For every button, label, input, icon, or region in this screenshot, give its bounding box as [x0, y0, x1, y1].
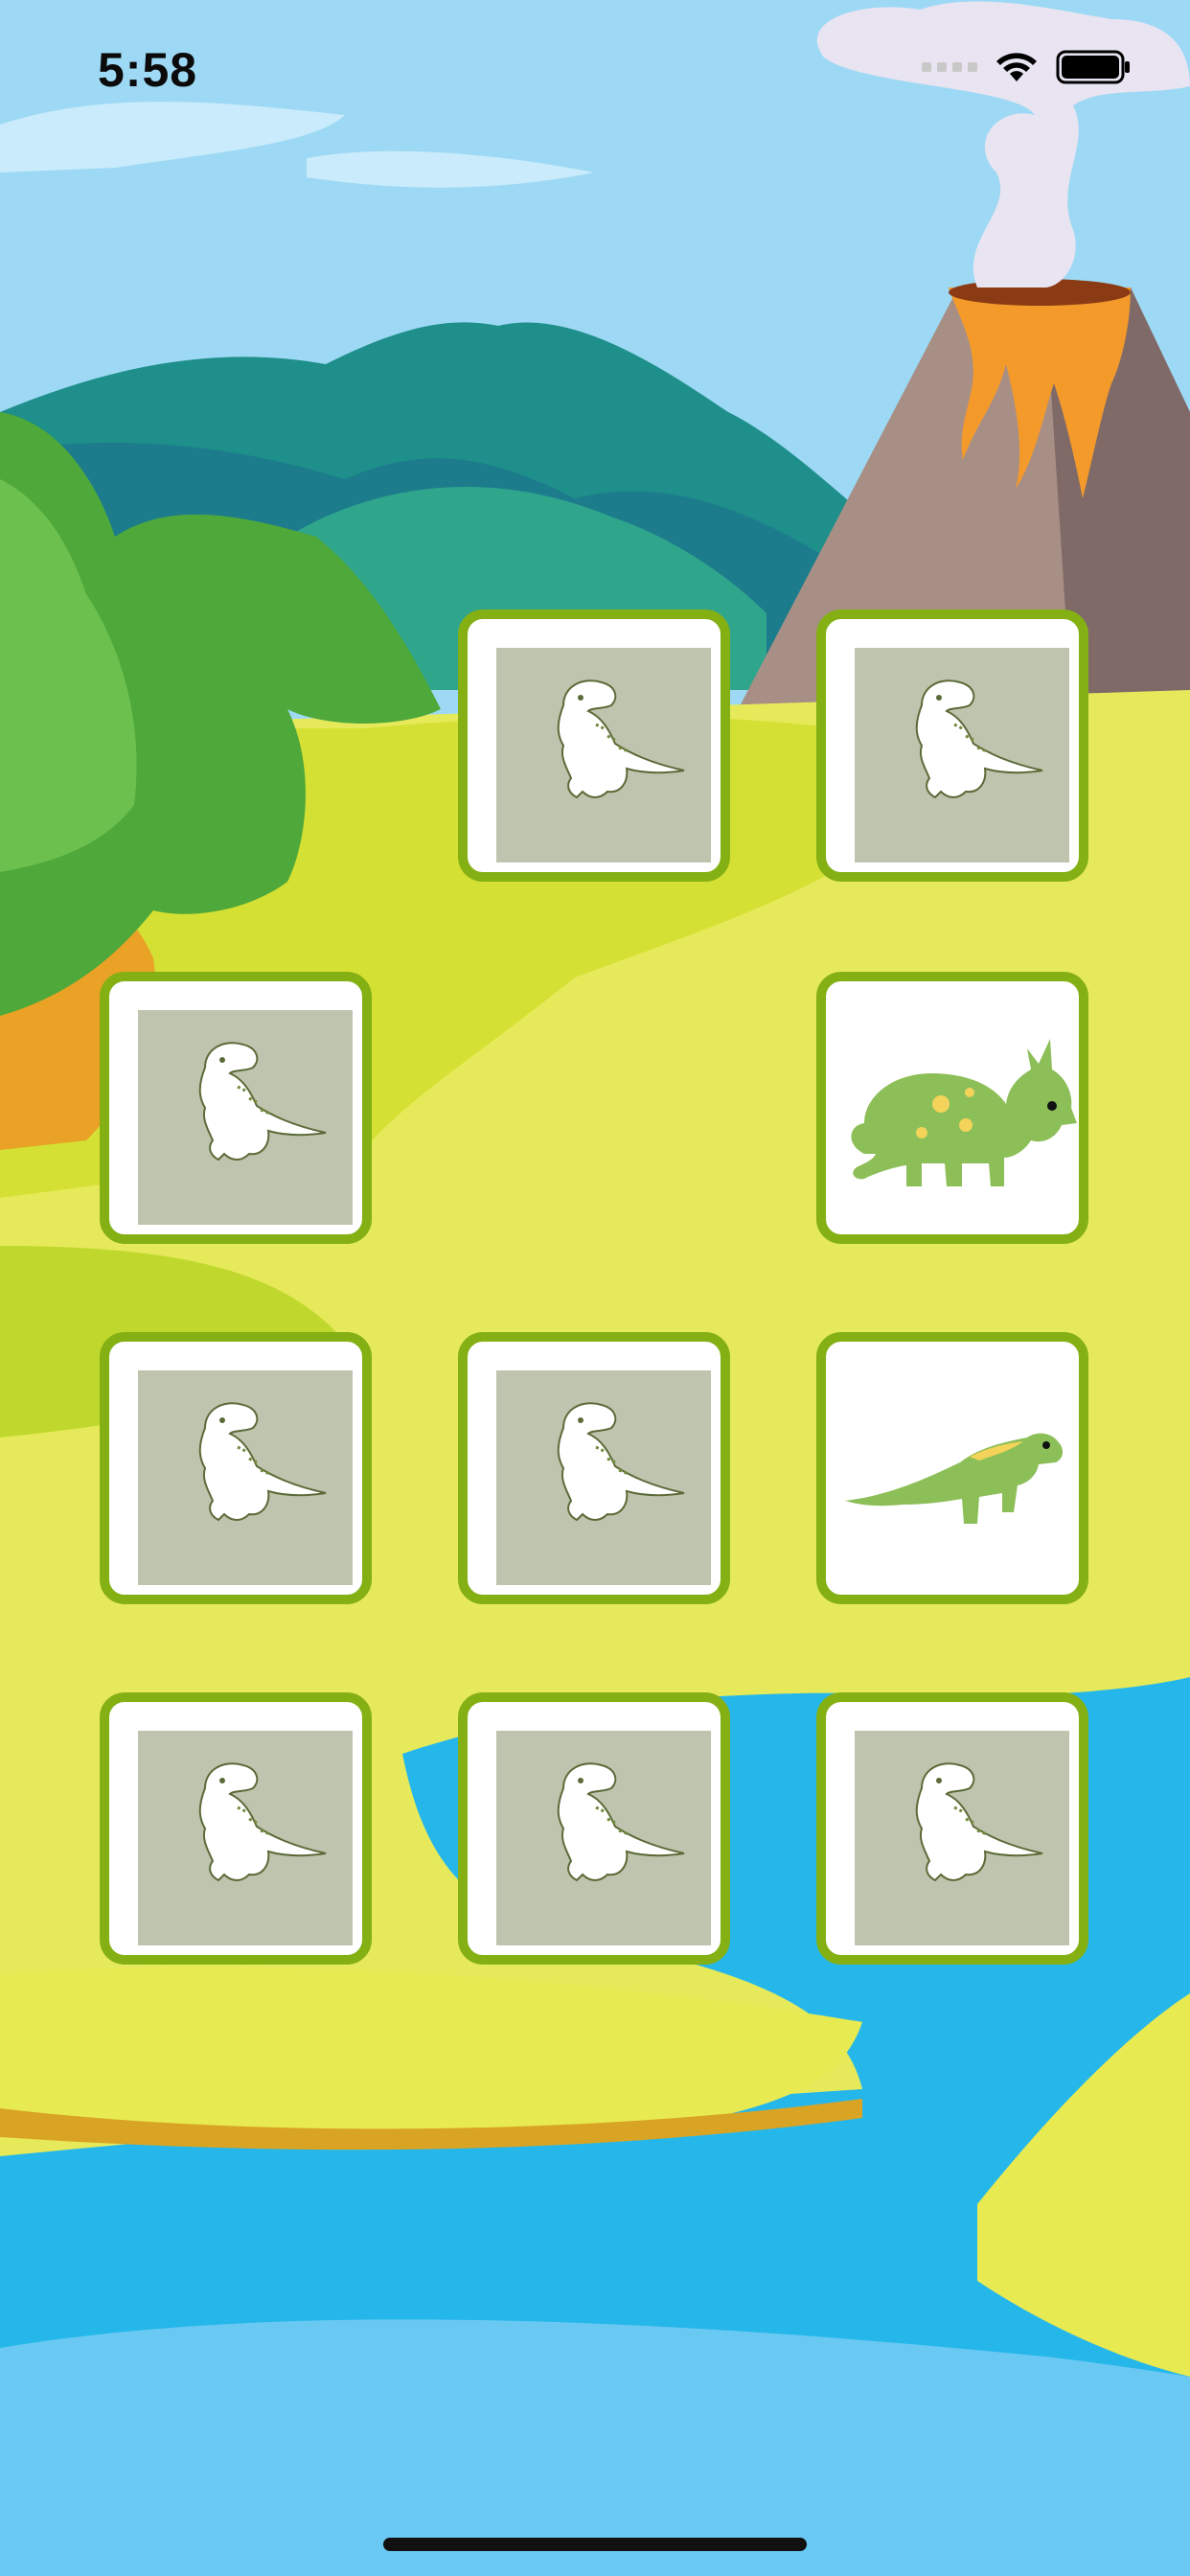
wifi-icon: [995, 51, 1039, 83]
memory-card-face-down[interactable]: [458, 610, 730, 882]
battery-icon: [1056, 50, 1133, 84]
game-background: [0, 0, 1190, 2576]
memory-card-face-down[interactable]: [816, 1692, 1088, 1965]
status-time: 5:58: [98, 43, 198, 97]
signal-dots-icon: [922, 62, 977, 72]
home-indicator[interactable]: [383, 2538, 807, 2551]
memory-card-face-up[interactable]: [816, 1332, 1088, 1604]
memory-card-face-down[interactable]: [458, 1692, 730, 1965]
memory-card-face-down[interactable]: [100, 972, 372, 1244]
memory-card-face-down[interactable]: [458, 1332, 730, 1604]
memory-card-face-down[interactable]: [100, 1332, 372, 1604]
memory-card-face-down[interactable]: [816, 610, 1088, 882]
memory-card-face-up[interactable]: [816, 972, 1088, 1244]
memory-card-face-down[interactable]: [100, 1692, 372, 1965]
status-icons: [922, 50, 1133, 84]
